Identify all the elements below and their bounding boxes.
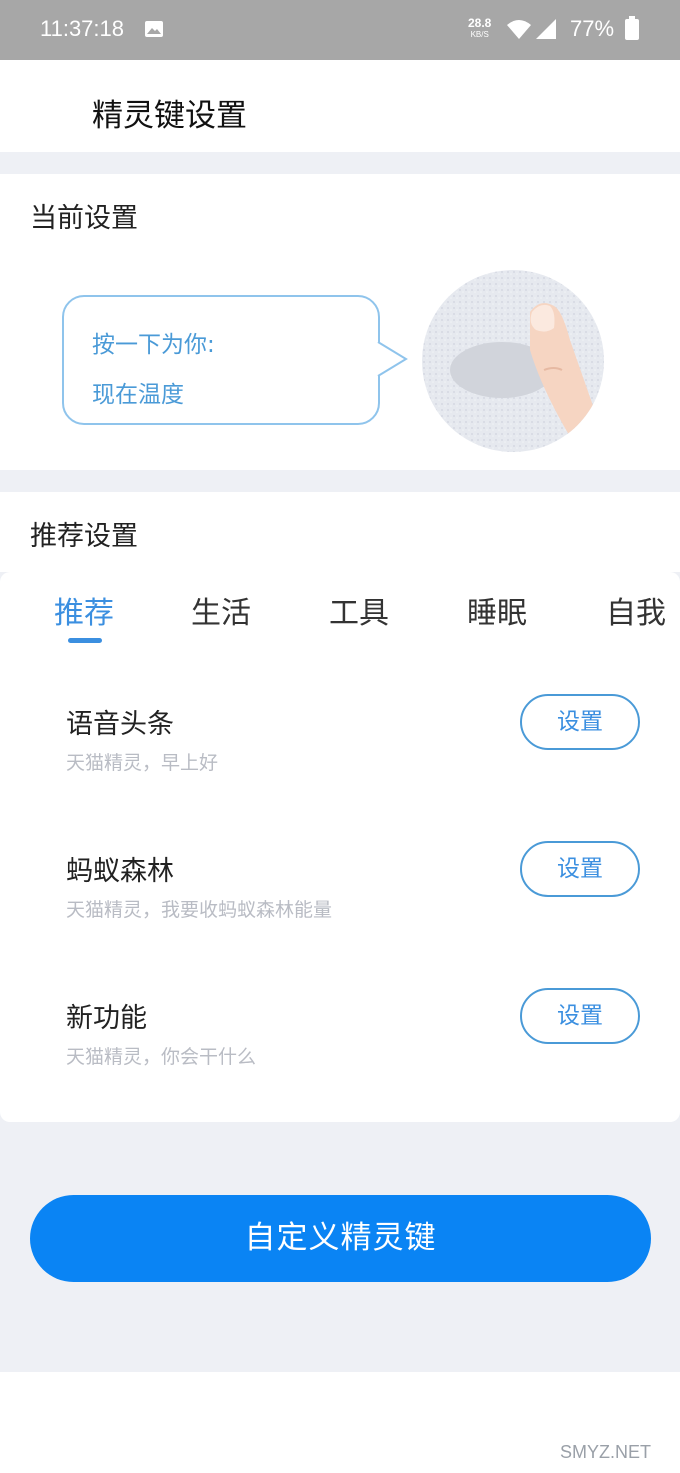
image-notification-icon [145,21,163,37]
tab-sleep[interactable]: 睡眠 [467,588,527,632]
watermark: SMYZ.NET [560,1442,652,1462]
status-time: 11:37:18 [40,16,125,41]
tab-self[interactable]: 自我 [606,588,666,632]
speech-bubble: 按一下为你: 现在温度 [62,295,380,425]
list-item: 蚂蚁森林 天猫精灵，我要收蚂蚁森林能量 设置 [0,841,680,949]
battery-icon [625,16,639,40]
recommended-settings-header: 推荐设置 [0,492,680,572]
title-bar: 精灵键设置 [0,60,680,152]
tab-life[interactable]: 生活 [191,588,251,632]
network-speed-unit: KB/S [470,30,489,39]
custom-key-button[interactable]: 自定义精灵键 [30,1195,651,1282]
signal-icon [536,19,556,39]
tab-tools[interactable]: 工具 [329,588,389,632]
wifi-icon [507,20,531,39]
set-button[interactable]: 设置 [520,694,640,750]
bubble-action-label: 按一下为你: [92,332,215,358]
page-title: 精灵键设置 [92,98,247,134]
button-press-illustration [422,270,604,452]
network-speed: 28.8 KB/S [468,16,492,40]
current-settings-card: 当前设置 按一下为你: 现在温度 [0,174,680,470]
network-speed-value: 28.8 [468,16,492,30]
category-tabs: 推荐 生活 工具 睡眠 自我 [0,572,680,652]
bubble-tail [376,342,408,376]
list-item: 语音头条 天猫精灵，早上好 设置 [0,694,680,802]
item-description: 天猫精灵，早上好 [66,752,219,774]
item-description: 天猫精灵，你会干什么 [66,1046,257,1068]
tab-recommend[interactable]: 推荐 [54,588,114,632]
current-settings-title: 当前设置 [30,203,138,234]
item-description: 天猫精灵，我要收蚂蚁森林能量 [66,899,333,921]
recommended-settings-title: 推荐设置 [30,521,138,552]
bubble-action-value: 现在温度 [92,382,184,408]
tab-active-indicator [68,638,102,643]
battery-percent: 77% [570,16,615,41]
recommended-settings-card: 推荐 生活 工具 睡眠 自我 语音头条 天猫精灵，早上好 设置 蚂蚁森林 天猫精… [0,572,680,1122]
list-item: 新功能 天猫精灵，你会干什么 设置 [0,988,680,1096]
item-name: 语音头条 [66,709,174,740]
item-name: 蚂蚁森林 [66,856,174,887]
status-bar: 11:37:18 28.8 KB/S 77% [0,0,680,60]
item-name: 新功能 [66,1003,147,1034]
set-button[interactable]: 设置 [520,841,640,897]
set-button[interactable]: 设置 [520,988,640,1044]
